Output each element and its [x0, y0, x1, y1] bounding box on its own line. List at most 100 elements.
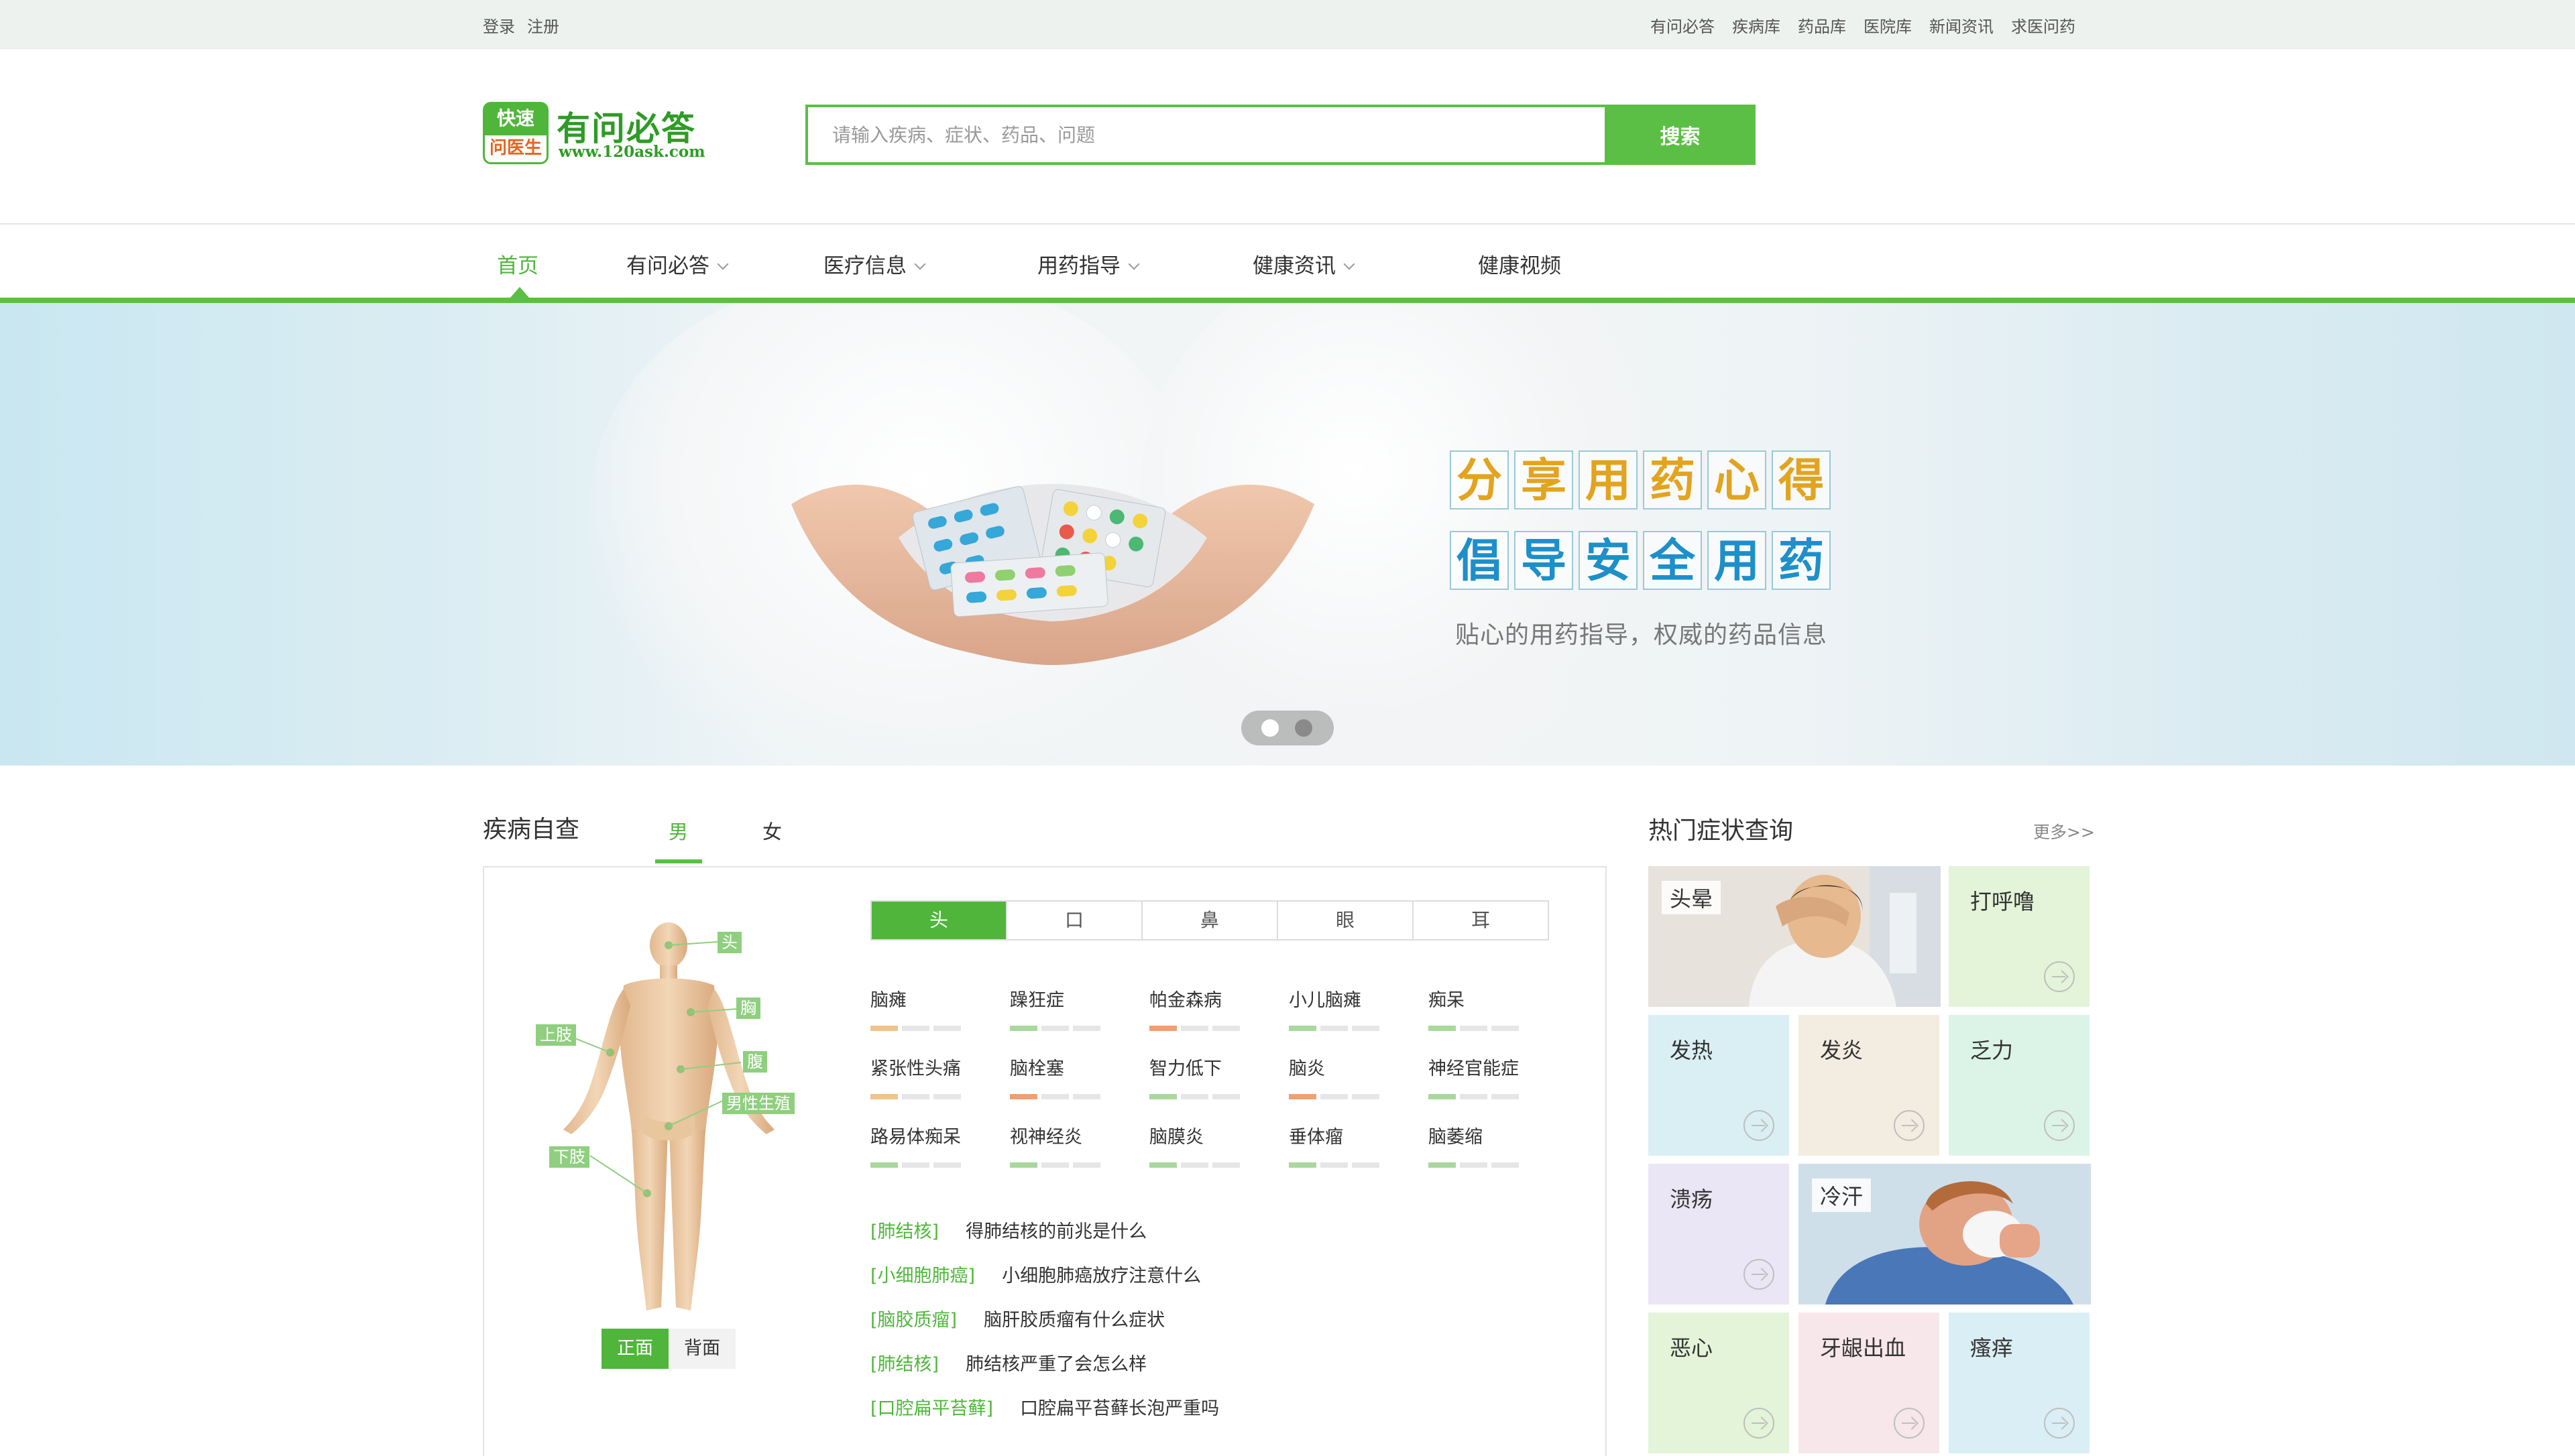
part-tab-eye[interactable]: 眼	[1278, 902, 1414, 939]
quick-link-consult[interactable]: 求医问药	[2011, 13, 2075, 37]
nav-health-news[interactable]: 健康资讯	[1253, 249, 1355, 279]
symptom-tile-fatigue[interactable]: 乏力	[1949, 1015, 2090, 1156]
question-text[interactable]: 得肺结核的前兆是什么	[966, 1221, 1147, 1242]
quick-link-ask[interactable]: 有问必答	[1650, 13, 1715, 37]
nav-home[interactable]: 首页	[497, 249, 538, 279]
meter-segment	[933, 1026, 961, 1031]
symptom-tile-nausea[interactable]: 恶心	[1648, 1313, 1789, 1453]
symptom-tile-snoring[interactable]: 打呼噜	[1949, 866, 2090, 1007]
question-item[interactable]: [小细胞肺癌] 小细胞肺癌放疗注意什么	[870, 1261, 1201, 1287]
meter-segment	[870, 1094, 898, 1099]
part-tab-mouth[interactable]: 口	[1007, 902, 1143, 939]
meter-segment	[1491, 1162, 1519, 1168]
login-link[interactable]: 登录	[483, 13, 515, 37]
question-item[interactable]: [肺结核] 得肺结核的前兆是什么	[870, 1217, 1147, 1243]
chevron-down-icon	[914, 258, 926, 270]
body-label-head[interactable]: 头	[718, 932, 742, 953]
gender-tab-underline	[655, 859, 702, 863]
meter-segment	[1041, 1094, 1069, 1099]
disease-item[interactable]: 紧张性头痛	[870, 1054, 961, 1080]
meter-segment	[870, 1162, 898, 1168]
question-tag[interactable]: [肺结核]	[870, 1221, 939, 1242]
meter-segment	[1320, 1026, 1348, 1031]
quick-link-disease-db[interactable]: 疾病库	[1732, 13, 1780, 37]
part-tab-ear[interactable]: 耳	[1414, 902, 1548, 939]
question-tag[interactable]: [肺结核]	[870, 1354, 939, 1375]
question-text[interactable]: 小细胞肺癌放疗注意什么	[1002, 1266, 1201, 1286]
prevalence-meter	[870, 1162, 961, 1168]
disease-item[interactable]: 脑栓塞	[1010, 1054, 1064, 1080]
search-button[interactable]: 搜索	[1605, 105, 1756, 165]
slogan-char: 得	[1772, 450, 1831, 509]
quick-link-hospital-db[interactable]: 医院库	[1864, 13, 1912, 37]
slogan-char: 分	[1450, 450, 1509, 509]
prevalence-meter	[1149, 1162, 1240, 1168]
nav-medication-guide[interactable]: 用药指导	[1037, 249, 1140, 279]
disease-item[interactable]: 脑膜炎	[1149, 1122, 1204, 1148]
logo-top-text: 快速	[483, 102, 549, 135]
body-label-upper-limb[interactable]: 上肢	[536, 1024, 576, 1046]
disease-item[interactable]: 神经官能症	[1428, 1054, 1519, 1080]
question-item[interactable]: [脑胶质瘤] 脑肝胶质瘤有什么症状	[870, 1305, 1165, 1331]
disease-item[interactable]: 垂体瘤	[1289, 1122, 1343, 1148]
register-link[interactable]: 注册	[527, 13, 559, 37]
quick-link-news[interactable]: 新闻资讯	[1929, 13, 1994, 37]
disease-item[interactable]: 脑瘫	[870, 985, 907, 1012]
part-tab-head[interactable]: 头	[872, 902, 1007, 939]
disease-item[interactable]: 智力低下	[1149, 1054, 1222, 1080]
hot-symptoms-more-link[interactable]: 更多>>	[2033, 819, 2095, 843]
question-tag[interactable]: [脑胶质瘤]	[870, 1310, 957, 1331]
disease-item[interactable]: 帕金森病	[1149, 985, 1222, 1012]
symptom-tile-dizziness[interactable]: 头晕	[1648, 866, 1941, 1007]
symptom-tile-cold-sweat[interactable]: 冷汗	[1798, 1164, 2091, 1305]
body-label-abdomen[interactable]: 腹	[743, 1051, 767, 1073]
meter-segment	[1212, 1094, 1240, 1099]
tab-male[interactable]: 男	[669, 816, 688, 845]
front-view-button[interactable]: 正面	[602, 1329, 669, 1369]
carousel-dot-1[interactable]	[1261, 719, 1279, 737]
logo[interactable]: 快速 问医生	[483, 102, 549, 164]
nav-health-video[interactable]: 健康视频	[1478, 249, 1561, 279]
symptom-tile-inflammation[interactable]: 发炎	[1798, 1015, 1939, 1156]
disease-item[interactable]: 脑炎	[1289, 1054, 1325, 1080]
tab-female[interactable]: 女	[762, 816, 782, 845]
question-text[interactable]: 脑肝胶质瘤有什么症状	[984, 1310, 1165, 1331]
question-tag[interactable]: [口腔扁平苔藓]	[870, 1398, 993, 1419]
meter-segment	[1460, 1026, 1487, 1031]
question-item[interactable]: [口腔扁平苔藓] 口腔扁平苔藓长泡严重吗	[870, 1394, 1219, 1420]
symptom-label: 头晕	[1662, 881, 1721, 914]
disease-item[interactable]: 视神经炎	[1010, 1122, 1082, 1148]
carousel-dot-2[interactable]	[1295, 719, 1312, 737]
disease-item[interactable]: 躁狂症	[1010, 985, 1064, 1012]
question-text[interactable]: 口腔扁平苔藓长泡严重吗	[1020, 1398, 1219, 1419]
quick-link-drug-db[interactable]: 药品库	[1798, 13, 1846, 37]
disease-item[interactable]: 痴呆	[1428, 985, 1465, 1012]
banner[interactable]: 分 享 用 药 心 得 倡 导 安 全 用 药 贴心的用药指导，权威的药品信息	[0, 303, 2575, 766]
slogan-char: 享	[1514, 450, 1573, 509]
back-view-button[interactable]: 背面	[669, 1329, 736, 1369]
disease-item[interactable]: 路易体痴呆	[870, 1122, 961, 1148]
symptom-tile-fever[interactable]: 发热	[1648, 1015, 1789, 1156]
question-tag[interactable]: [小细胞肺癌]	[870, 1266, 975, 1286]
search-input[interactable]	[805, 105, 1605, 165]
symptom-tile-itching[interactable]: 瘙痒	[1949, 1313, 2090, 1453]
question-text[interactable]: 肺结核严重了会怎么样	[966, 1354, 1147, 1375]
meter-segment	[1289, 1026, 1316, 1031]
meter-segment	[1212, 1026, 1240, 1031]
meter-segment	[1491, 1026, 1519, 1031]
body-label-chest[interactable]: 胸	[736, 997, 760, 1019]
human-body-figure[interactable]	[510, 912, 791, 1327]
meter-segment	[1289, 1094, 1316, 1099]
symptom-tile-gum-bleeding[interactable]: 牙龈出血	[1798, 1313, 1939, 1453]
meter-segment	[1010, 1094, 1037, 1099]
nav-ask[interactable]: 有问必答	[626, 249, 729, 279]
question-item[interactable]: [肺结核] 肺结核严重了会怎么样	[870, 1349, 1147, 1376]
disease-item[interactable]: 脑萎缩	[1428, 1122, 1483, 1148]
disease-item[interactable]: 小儿脑瘫	[1289, 985, 1361, 1012]
nav-active-caret	[510, 287, 529, 298]
symptom-tile-ulcer[interactable]: 溃疡	[1648, 1164, 1789, 1305]
body-label-lower-limb[interactable]: 下肢	[549, 1146, 589, 1168]
nav-medical-info[interactable]: 医疗信息	[823, 249, 926, 279]
body-label-male-genital[interactable]: 男性生殖	[722, 1093, 795, 1114]
part-tab-nose[interactable]: 鼻	[1143, 902, 1278, 939]
